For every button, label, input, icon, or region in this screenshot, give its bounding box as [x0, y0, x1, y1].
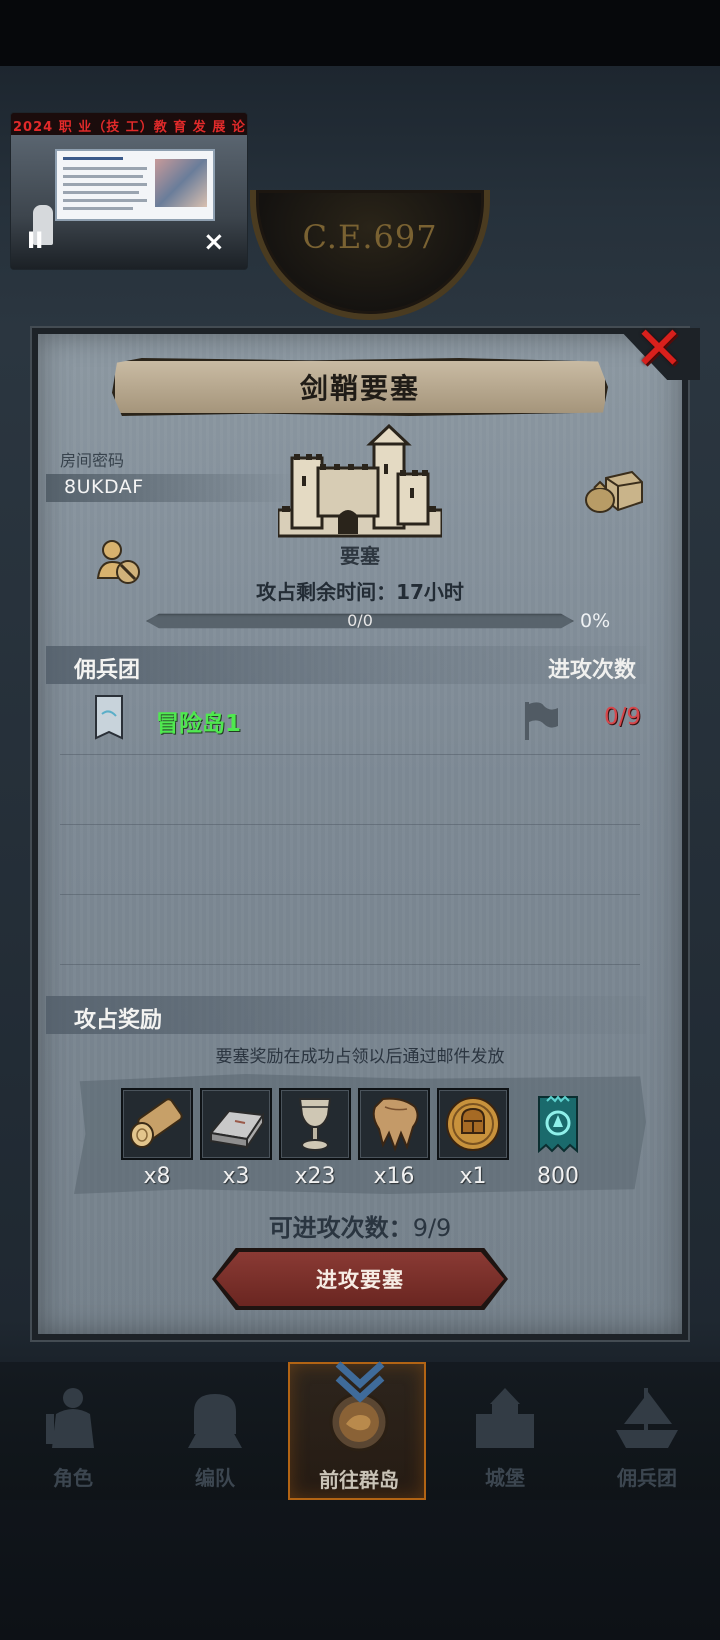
room-password-label: 房间密码	[60, 451, 125, 470]
era-label: C.E.697	[302, 218, 438, 256]
reward-qty: x16	[373, 1164, 415, 1189]
video-overlay[interactable]: 2024 职 业（技 工）教 育 发 展 论 坛 II ×	[10, 112, 248, 270]
row-divider	[60, 754, 640, 755]
wood-log-icon	[130, 1098, 183, 1148]
nav-item-formation[interactable]: 编队	[146, 1362, 284, 1500]
room-code[interactable]: 8UKDAF	[64, 476, 144, 498]
reward-qty: x23	[294, 1164, 336, 1189]
video-projector-screen	[55, 149, 215, 221]
ship-icon	[616, 1388, 678, 1448]
mercenary-attack-count: 0/9	[604, 704, 642, 730]
pause-icon[interactable]: II	[27, 229, 43, 255]
building-type-label: 要塞	[340, 544, 380, 568]
close-icon[interactable]: ×	[203, 229, 225, 255]
reward-note: 要塞奖励在成功占领以后通过邮件发放	[215, 1047, 505, 1067]
video-banner-text: 2024 职 业（技 工）教 育 发 展 论 坛	[11, 113, 247, 135]
capture-progress-percent: 0%	[580, 610, 611, 632]
fur-pelt-icon	[372, 1097, 419, 1152]
resource-bag-icon[interactable]	[584, 466, 644, 514]
attack-count-header: 进攻次数	[548, 658, 637, 683]
title-plaque: 剑鞘要塞	[112, 358, 608, 416]
team-helmet-icon	[188, 1394, 242, 1448]
capture-time-remaining: 攻占剩余时间：17小时	[256, 580, 464, 604]
remaining-attacks: 可进攻次数：9/9	[200, 1208, 520, 1243]
reward-header: 攻占奖励	[74, 1008, 163, 1033]
attack-fortress-button[interactable]: 进攻要塞	[216, 1252, 504, 1306]
nav-item-character[interactable]: 角色	[4, 1362, 142, 1500]
helmet-coin-icon	[446, 1097, 500, 1151]
reward-qty: x3	[222, 1164, 250, 1189]
close-button[interactable]: ✕	[632, 314, 686, 384]
reward-qty: x1	[459, 1164, 487, 1189]
reward-item[interactable]: x16	[358, 1088, 430, 1189]
goblet-icon	[298, 1098, 332, 1151]
mercenary-header: 佣兵团	[74, 658, 141, 683]
nav-item-mercenary[interactable]: 佣兵团	[578, 1362, 716, 1500]
fortress-icon	[278, 424, 442, 538]
chevron-down-icon	[335, 1361, 385, 1403]
reward-item[interactable]: x8	[121, 1088, 193, 1189]
row-divider	[60, 964, 640, 965]
capture-progress-text: 0/0	[347, 611, 373, 630]
nav-item-castle[interactable]: 城堡	[436, 1362, 574, 1500]
remaining-attacks-label: 可进攻次数：	[268, 1214, 413, 1242]
guild-banner-icon	[538, 1095, 578, 1154]
reward-qty: 800	[537, 1164, 579, 1189]
reward-qty: x8	[143, 1164, 171, 1189]
mercenary-banner-icon	[95, 695, 123, 740]
reward-item[interactable]: x1	[437, 1088, 509, 1189]
panel-title: 剑鞘要塞	[299, 372, 420, 405]
reward-item[interactable]: x3	[200, 1088, 272, 1189]
close-x-icon: ✕	[633, 314, 685, 384]
flag-icon	[525, 702, 558, 740]
castle-icon	[476, 1388, 534, 1448]
reward-item[interactable]: 800	[522, 1088, 594, 1189]
iron-ingot-icon	[209, 1109, 265, 1151]
row-divider	[60, 894, 640, 895]
remaining-attacks-value: 9/9	[412, 1214, 452, 1242]
row-divider	[60, 824, 640, 825]
attack-fortress-label: 进攻要塞	[316, 1268, 404, 1292]
knight-icon	[46, 1388, 94, 1448]
mercenary-name: 冒险岛1	[156, 711, 242, 737]
no-member-icon[interactable]	[96, 540, 142, 584]
reward-item[interactable]: x23	[279, 1088, 351, 1189]
